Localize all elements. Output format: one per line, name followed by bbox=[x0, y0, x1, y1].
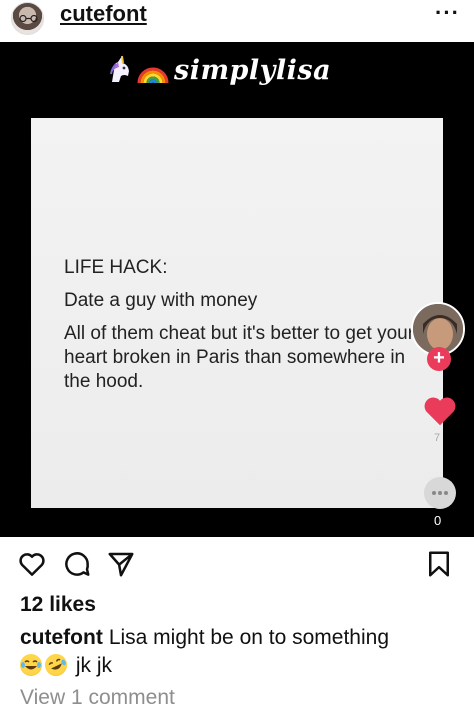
text-card: LIFE HACK: Date a guy with money All of … bbox=[31, 118, 443, 508]
card-paragraph: All of them cheat but it's better to get… bbox=[64, 323, 415, 392]
heart-count: 7 bbox=[434, 432, 441, 444]
action-bar bbox=[0, 545, 474, 585]
avatar[interactable] bbox=[11, 2, 44, 35]
dots-count: 0 bbox=[434, 513, 442, 528]
glasses-icon bbox=[19, 15, 38, 22]
card-text: LIFE HACK: Date a guy with money All of … bbox=[64, 256, 424, 394]
caption-second-line: jk jk bbox=[75, 654, 113, 677]
unicorn-icon bbox=[110, 55, 129, 82]
more-dots-button[interactable] bbox=[424, 477, 456, 509]
heart-outline-icon[interactable] bbox=[17, 549, 47, 579]
brand-watermark: simplylisa bbox=[104, 52, 331, 88]
likes-count[interactable]: 12 likes bbox=[20, 593, 96, 617]
caption-text: Lisa might be on to something bbox=[108, 626, 389, 649]
joy-emoji bbox=[20, 654, 42, 676]
view-comments-link[interactable]: View 1 comment bbox=[20, 686, 175, 710]
card-line: Date a guy with money bbox=[64, 290, 258, 311]
caption: cutefont Lisa might be on to something jk… bbox=[20, 624, 460, 680]
brand-name: simplylisa bbox=[174, 54, 332, 86]
share-icon[interactable] bbox=[106, 549, 136, 579]
more-options-icon[interactable]: ··· bbox=[435, 0, 460, 26]
comment-icon[interactable] bbox=[62, 549, 92, 579]
bookmark-icon[interactable] bbox=[424, 549, 454, 579]
caption-username[interactable]: cutefont bbox=[20, 626, 103, 649]
card-heading: LIFE HACK: bbox=[64, 257, 168, 278]
rofl-emoji bbox=[41, 650, 71, 680]
follow-plus-button[interactable]: + bbox=[427, 347, 451, 371]
dots-icon bbox=[432, 491, 448, 495]
username-link[interactable]: cutefont bbox=[60, 1, 147, 27]
rainbow-icon bbox=[137, 67, 169, 84]
post-header: cutefont ··· bbox=[0, 0, 474, 40]
post-media[interactable]: simplylisa LIFE HACK: Date a guy with mo… bbox=[0, 42, 474, 537]
heart-icon[interactable] bbox=[421, 392, 459, 430]
